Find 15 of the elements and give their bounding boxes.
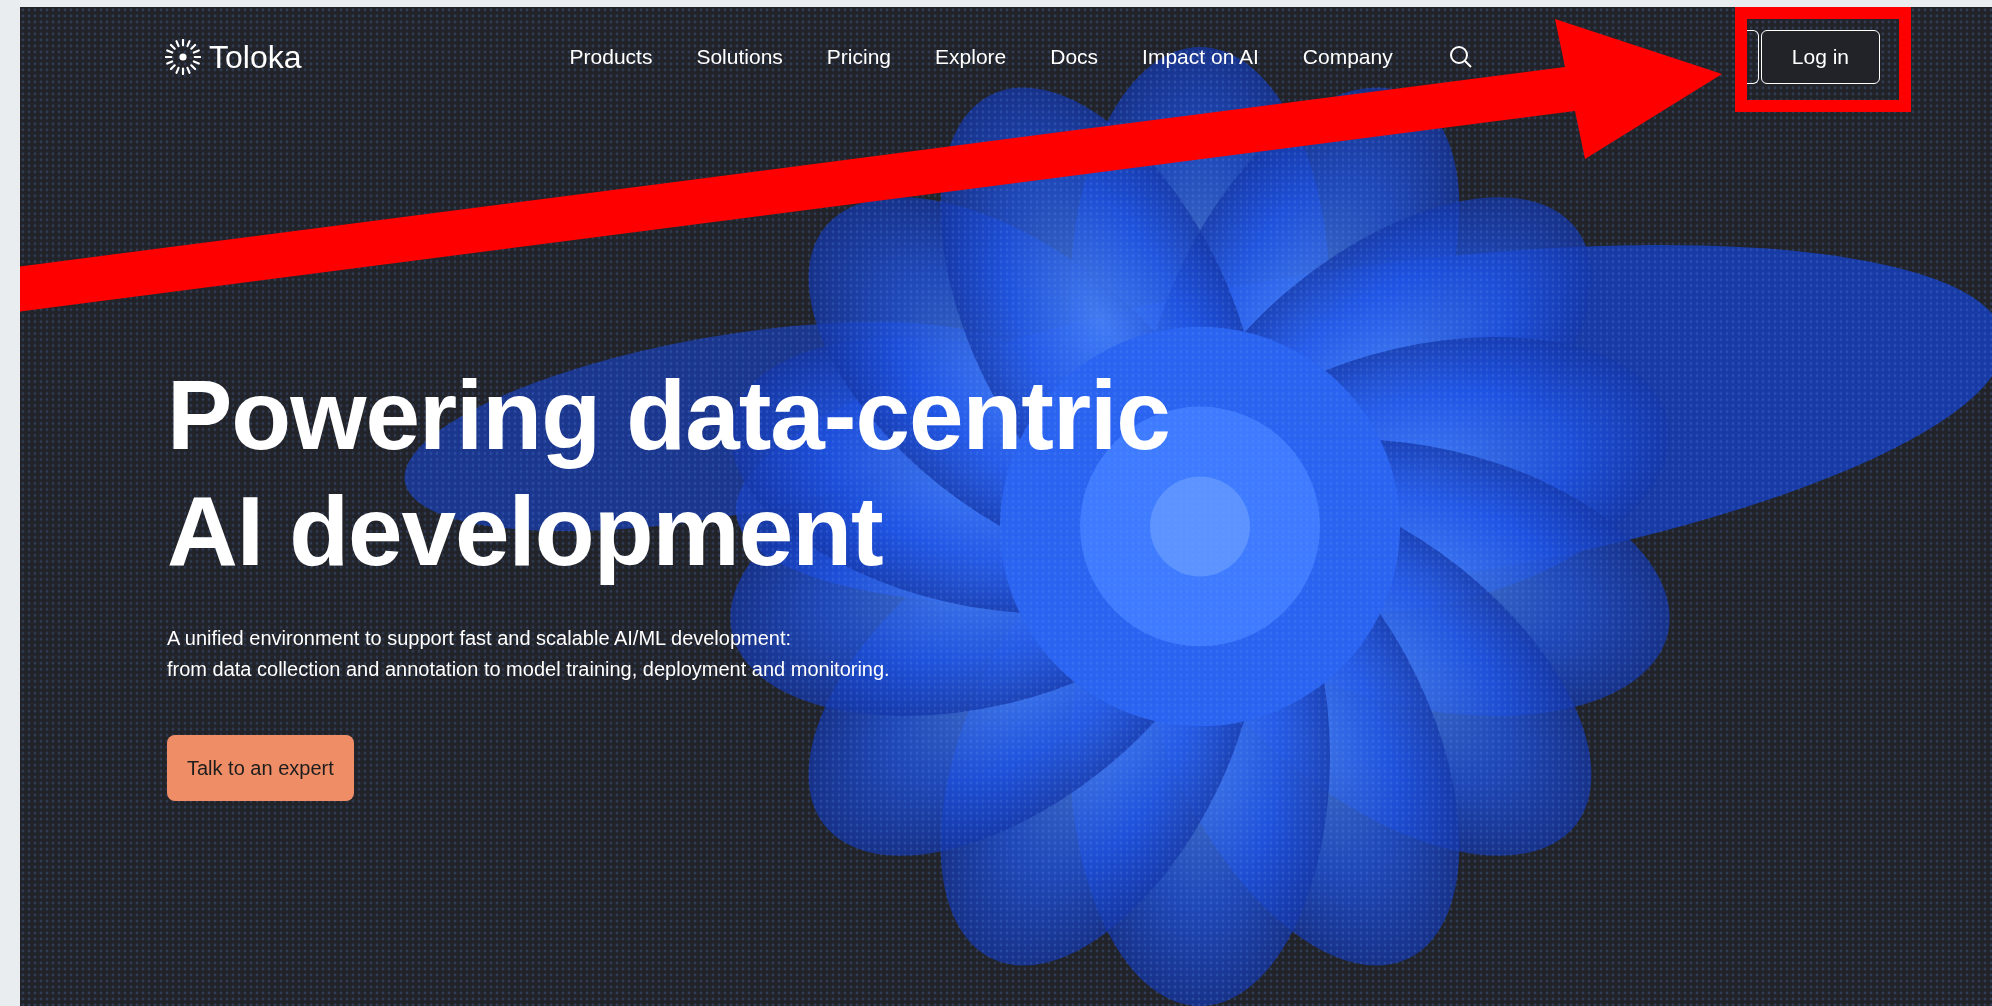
starburst-logo-icon[interactable] xyxy=(165,39,201,75)
hero-subtitle: from data collection and annotation to model training, deployment and monitoring. xyxy=(167,657,891,682)
nav-link[interactable]: Solutions xyxy=(696,45,783,69)
nav-link[interactable]: Products xyxy=(569,45,653,69)
login-button[interactable]: Log in xyxy=(1760,30,1880,84)
logo-wordmark[interactable]: Toloka xyxy=(209,38,302,76)
nav-link[interactable]: Explore xyxy=(935,45,1007,69)
search-icon[interactable] xyxy=(1448,45,1473,69)
nav-link[interactable]: Docs xyxy=(1050,45,1099,69)
nav-link[interactable]: Company xyxy=(1302,45,1393,69)
hero-subtitle: A unified environment to support fast and scalable AI/ML development: xyxy=(167,626,793,651)
talk-to-expert-button[interactable]: Talk to an expert xyxy=(167,735,354,801)
hero-heading: Powering data-centric xyxy=(167,359,1171,472)
nav-link[interactable]: Pricing xyxy=(826,45,892,69)
nav-link[interactable]: Impact on AI xyxy=(1142,45,1259,69)
